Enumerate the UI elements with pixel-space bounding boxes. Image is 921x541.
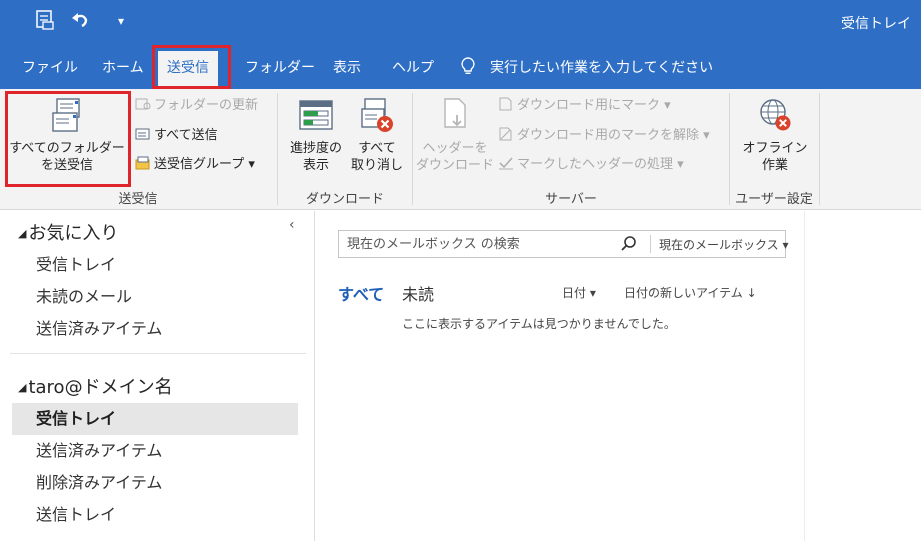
show-progress-label: 進捗度の 表示: [289, 141, 342, 173]
tab-home[interactable]: ホーム: [102, 57, 144, 77]
title-bar: ▾ 受信トレイ: [0, 0, 921, 46]
sort-order-button[interactable]: 日付の新しいアイテム ↓: [624, 284, 757, 301]
send-receive-all-label: すべてのフォルダー を送受信: [9, 141, 125, 173]
download-headers-button[interactable]: ヘッダーを ダウンロード: [416, 95, 494, 174]
send-receive-all-icon: [8, 95, 126, 140]
mark-download-icon: [498, 97, 514, 111]
download-headers-label: ヘッダーを ダウンロード: [416, 141, 495, 173]
mark-to-download-button[interactable]: ダウンロード用にマーク ▾: [498, 97, 671, 115]
cancel-all-icon: [346, 95, 408, 140]
reading-pane: [804, 211, 921, 541]
work-offline-button[interactable]: オフライン 作業: [733, 95, 817, 174]
account-folder-outbox[interactable]: 送信トレイ: [12, 499, 298, 531]
unmark-to-download-button[interactable]: ダウンロード用のマークを解除 ▾: [498, 127, 710, 145]
tab-file[interactable]: ファイル: [22, 57, 78, 77]
ribbon-tab-bar: ファイル ホーム 送受信 フォルダー 表示 ヘルプ 実行したい作業を入力してくだ…: [0, 46, 921, 89]
unmark-to-download-label: ダウンロード用のマークを解除 ▾: [517, 128, 710, 143]
mark-to-download-label: ダウンロード用にマーク ▾: [517, 98, 671, 113]
send-receive-groups-button[interactable]: 送受信グループ ▾: [135, 156, 255, 174]
expand-triangle-icon: ◢: [18, 227, 27, 240]
process-marked-label: マークしたヘッダーの処理 ▾: [517, 157, 684, 172]
tab-view[interactable]: 表示: [333, 57, 361, 77]
send-all-icon: [135, 127, 151, 141]
cancel-all-label: すべて 取り消し: [350, 141, 403, 173]
filter-unread[interactable]: 未読: [402, 281, 434, 305]
process-marked-headers-button[interactable]: マークしたヘッダーの処理 ▾: [498, 156, 684, 174]
progress-icon: [283, 95, 349, 140]
collapse-pane-button[interactable]: ‹: [289, 217, 295, 233]
checkmark-icon: [498, 156, 514, 170]
search-box: 現在のメールボックス ▾: [338, 230, 788, 258]
send-receive-icon[interactable]: [34, 9, 56, 38]
tell-me-search[interactable]: 実行したい作業を入力してください: [490, 57, 713, 77]
cancel-all-button[interactable]: すべて 取り消し: [346, 95, 408, 174]
favorite-folder-inbox[interactable]: 受信トレイ: [12, 249, 298, 281]
group-label-server: サーバー: [545, 192, 597, 207]
mail-list-pane: 現在のメールボックス ▾ すべて 未読 日付 ▾ 日付の新しいアイテム ↓ ここ…: [316, 211, 804, 541]
send-receive-groups-icon: [135, 156, 151, 170]
search-icon[interactable]: [620, 235, 638, 253]
account-folder-inbox[interactable]: 受信トレイ: [12, 403, 298, 435]
search-input[interactable]: [339, 231, 605, 257]
update-folder-button[interactable]: フォルダーの更新: [135, 97, 258, 115]
ribbon: すべてのフォルダー を送受信 フォルダーの更新 すべて送信 送受信グループ ▾ …: [0, 89, 921, 210]
tab-send-receive[interactable]: 送受信: [158, 51, 218, 89]
account-folder-sent[interactable]: 送信済みアイテム: [12, 435, 298, 467]
group-label-download: ダウンロード: [305, 192, 384, 207]
send-all-label: すべて送信: [154, 128, 218, 143]
window-title: 受信トレイ: [841, 16, 911, 32]
favorites-header-label: お気に入り: [28, 223, 119, 244]
favorite-folder-sent[interactable]: 送信済みアイテム: [12, 313, 298, 345]
pane-divider: [10, 353, 306, 354]
download-headers-icon: [416, 95, 494, 140]
undo-icon[interactable]: [70, 9, 90, 38]
show-progress-button[interactable]: 進捗度の 表示: [283, 95, 349, 174]
send-receive-groups-label: 送受信グループ ▾: [154, 157, 255, 172]
group-label-preferences: ユーザー設定: [735, 192, 813, 207]
filter-all[interactable]: すべて: [338, 281, 384, 305]
search-scope-dropdown[interactable]: 現在のメールボックス ▾: [659, 236, 788, 253]
favorites-header[interactable]: ◢ お気に入り: [18, 219, 118, 245]
send-all-button[interactable]: すべて送信: [135, 127, 218, 145]
group-label-send-receive: 送受信: [118, 192, 158, 207]
account-header-label: taro@ドメイン名: [28, 377, 173, 398]
work-offline-label: オフライン 作業: [742, 141, 808, 173]
unmark-download-icon: [498, 127, 514, 141]
tab-help[interactable]: ヘルプ: [392, 57, 434, 77]
account-folder-deleted[interactable]: 削除済みアイテム: [12, 467, 298, 499]
empty-list-message: ここに表示するアイテムは見つかりませんでした。: [402, 317, 676, 331]
favorite-folder-unread[interactable]: 未読のメール: [12, 281, 298, 313]
send-receive-all-folders-button[interactable]: すべてのフォルダー を送受信: [8, 95, 126, 181]
account-header[interactable]: ◢ taro@ドメイン名: [18, 373, 173, 399]
lightbulb-icon[interactable]: [460, 57, 476, 79]
update-folder-label: フォルダーの更新: [154, 98, 259, 113]
group-separator: [819, 93, 820, 205]
customize-qat-button[interactable]: ▾: [118, 9, 124, 33]
folder-pane: ‹ ◢ お気に入り 受信トレイ 未読のメール 送信済みアイテム ◢ taro@ドメイ…: [0, 211, 315, 541]
search-scope-divider: [650, 235, 651, 253]
sort-by-dropdown[interactable]: 日付 ▾: [562, 284, 596, 301]
globe-offline-icon: [733, 95, 817, 140]
expand-triangle-icon: ◢: [18, 381, 27, 394]
tab-folder[interactable]: フォルダー: [245, 57, 315, 77]
folder-refresh-icon: [135, 97, 151, 111]
